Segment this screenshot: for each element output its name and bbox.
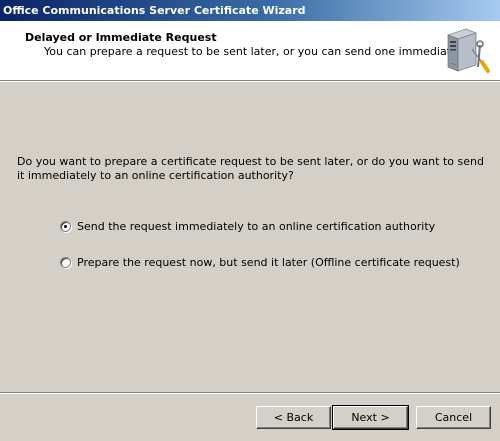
next-button[interactable]: Next > <box>332 405 409 430</box>
radio-send-later[interactable] <box>60 256 71 268</box>
option-send-immediately[interactable]: Send the request immediately to an onlin… <box>60 219 435 233</box>
page-subtitle: You can prepare a request to be sent lat… <box>44 45 470 58</box>
option-send-later-label: Prepare the request now, but send it lat… <box>77 255 460 269</box>
wizard-window: Office Communications Server Certificate… <box>0 0 500 441</box>
back-button[interactable]: < Back <box>256 406 331 429</box>
header-divider <box>0 80 500 82</box>
radio-send-immediately[interactable] <box>60 220 71 232</box>
option-send-later[interactable]: Prepare the request now, but send it lat… <box>60 255 460 269</box>
question-text: Do you want to prepare a certificate req… <box>17 155 484 182</box>
footer-divider <box>0 392 500 394</box>
cancel-button[interactable]: Cancel <box>416 406 491 429</box>
wizard-header: Delayed or Immediate Request You can pre… <box>0 21 500 80</box>
window-title: Office Communications Server Certificate… <box>0 0 500 21</box>
option-send-immediately-label: Send the request immediately to an onlin… <box>77 219 436 233</box>
server-tools-icon <box>447 28 490 73</box>
page-title: Delayed or Immediate Request <box>25 31 217 44</box>
